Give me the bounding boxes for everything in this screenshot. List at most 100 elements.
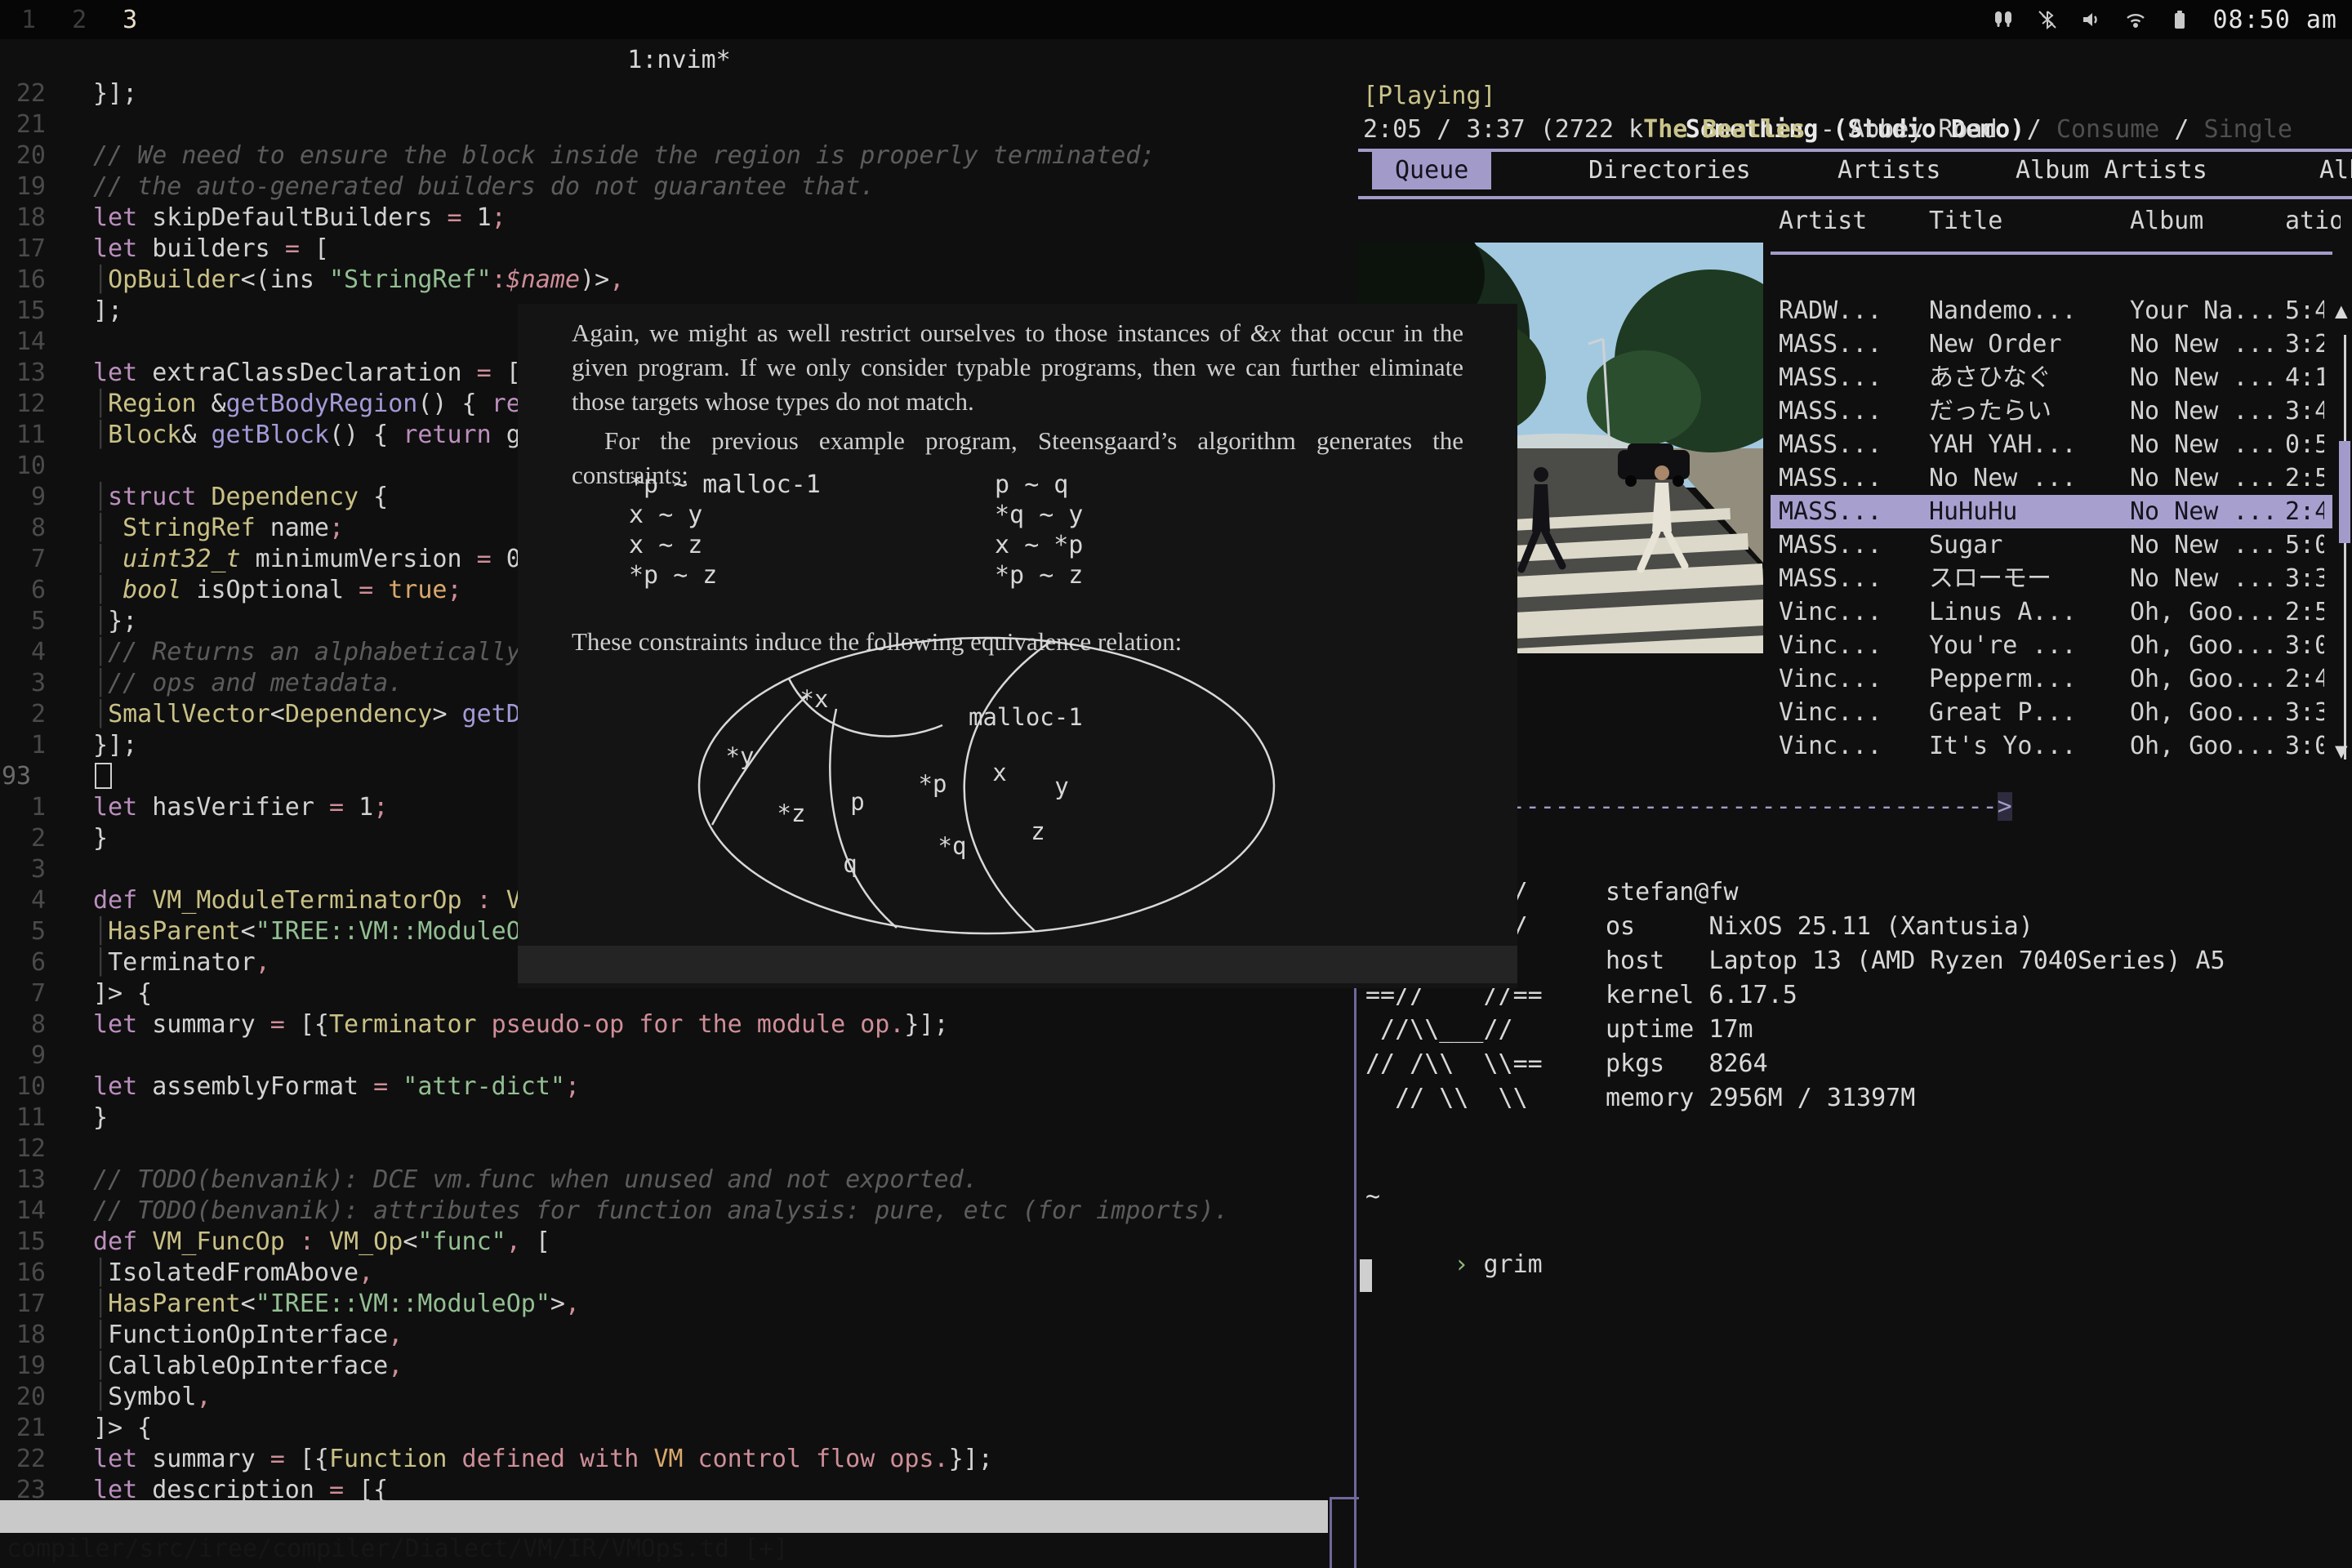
code-line: 10let assemblyFormat = "attr-dict";	[0, 1071, 1358, 1102]
workspace-switcher: 1 2 3	[0, 6, 137, 34]
fetch-info-line: memory 2956M / 31397M	[1606, 1081, 1915, 1116]
workspace-2[interactable]: 2	[72, 6, 87, 34]
pdf-file-path: /home/stefan/texts/sav08:schwartzbach.pd…	[529, 983, 1134, 988]
workspace-1[interactable]: 1	[21, 6, 36, 34]
file-path: compiler/src/iree/compiler/Dialect/VM/IR…	[7, 1533, 788, 1566]
diagram-label: *z	[777, 800, 806, 827]
diagram-label: x	[992, 759, 1006, 786]
fetch-logo-line: //\\___//	[1365, 1013, 1513, 1047]
diagram-label: *p	[919, 770, 947, 798]
prompt-arrow-icon: ›	[1454, 1250, 1468, 1279]
scrollbar-track[interactable]	[2344, 335, 2346, 760]
code-line: 22let summary = [{Function defined with …	[0, 1444, 1358, 1475]
fetch-logo-line: // /\\ \\==	[1365, 1047, 1543, 1081]
volume-icon[interactable]	[2081, 9, 2102, 30]
queue-row[interactable]: Vinc...Pepperm...Oh, Goo...2:40	[1771, 662, 2332, 696]
system-tray: 08:50 am	[1993, 6, 2352, 34]
code-line: 14// TODO(benvanik): attributes for func…	[0, 1196, 1358, 1227]
tab-queue[interactable]: Queue	[1372, 152, 1491, 189]
code-line: 20// We need to ensure the block inside …	[0, 140, 1358, 172]
fetch-info-line: host Laptop 13 (AMD Ryzen 7040Series) A5	[1606, 944, 2225, 978]
artist-name: The Beatles	[1643, 115, 1806, 144]
queue-row[interactable]: MASS...あさひなぐNo New ...4:19	[1771, 361, 2332, 394]
fetch-info-line: stefan@fw	[1606, 875, 1739, 910]
terminal-cursor	[1360, 1259, 1372, 1292]
code-line: 11}	[0, 1102, 1358, 1134]
code-line: 17let builders = [	[0, 234, 1358, 265]
queue-row[interactable]: Vinc...You're ...Oh, Goo...3:09	[1771, 629, 2332, 662]
progress-head: >	[1998, 792, 2012, 821]
tab-alb[interactable]: Alb	[2319, 152, 2352, 189]
column-duration: ation	[2285, 204, 2341, 238]
fetch-info-line: kernel 6.17.5	[1606, 978, 1797, 1013]
queue-row[interactable]: MASS...HuHuHuNo New ...2:40	[1771, 495, 2332, 528]
tab-directories[interactable]: Directories	[1588, 152, 1751, 189]
queue-row[interactable]: MASS...No New ...No New ...2:59	[1771, 461, 2332, 495]
pdf-statusbar: /home/stefan/texts/sav08:schwartzbach.pd…	[518, 946, 1517, 983]
diagram-label: y	[1054, 773, 1068, 800]
code-line: 21]> {	[0, 1413, 1358, 1444]
code-line: 17│HasParent<"IREE::VM::ModuleOp">,	[0, 1289, 1358, 1320]
constraints-block: *p ∼ malloc-1p ∼ qx ∼ y*q ∼ yx ∼ zx ∼ *p…	[629, 470, 1083, 590]
tmux-window-title: 1:nvim*	[0, 46, 1358, 74]
tab-artists[interactable]: Artists	[1838, 152, 1940, 189]
code-line: 22}];	[0, 78, 1358, 109]
queue-list[interactable]: RADW...Nandemo...Your Na...5:44MASS...Ne…	[1771, 294, 2332, 763]
queue-row[interactable]: MASS...SugarNo New ...5:07	[1771, 528, 2332, 562]
code-line: 15def VM_FuncOp : VM_Op<"func", [	[0, 1227, 1358, 1258]
player-tabs: Queue Directories Artists Album Artists Alb	[1358, 149, 2352, 199]
equivalence-diagram: *x *y *z p q malloc-1 *p x y *q z	[518, 630, 1517, 942]
tab-album-artists[interactable]: Album Artists	[2016, 152, 2207, 189]
pdf-viewer[interactable]: Again, we might as well restrict ourselv…	[518, 304, 1517, 988]
scroll-down-icon[interactable]: ▼	[2335, 739, 2348, 764]
scrollbar-thumb[interactable]	[2339, 441, 2350, 543]
code-line: 19// the auto-generated builders do not …	[0, 172, 1358, 203]
queue-row[interactable]: MASS...スローモーNo New ...3:37	[1771, 562, 2332, 595]
header-underline	[1771, 252, 2332, 255]
typed-command: grim	[1468, 1250, 1542, 1279]
queue-row[interactable]: Vinc...Great P...Oh, Goo...3:36	[1771, 696, 2332, 729]
status-bar: 1 2 3 08:50 am	[0, 0, 2352, 39]
diagram-label: *x	[800, 685, 829, 713]
flag-consume: Consume	[2056, 115, 2159, 144]
queue-header: Artist Title Album ation	[1771, 204, 2349, 238]
code-line: 12	[0, 1134, 1358, 1165]
queue-row[interactable]: MASS...だったらいNo New ...3:44	[1771, 394, 2332, 428]
player-track-line: 2:05 / 3:37 (2722 kThe Beatles - Abbey R…	[1358, 79, 2352, 113]
scroll-up-icon[interactable]: ▲	[2335, 299, 2348, 323]
diagram-label: *y	[726, 742, 755, 770]
workspace-3[interactable]: 3	[122, 6, 137, 34]
queue-row[interactable]: MASS...New OrderNo New ...3:27	[1771, 327, 2332, 361]
fetch-logo-line: // \\ \\	[1365, 1081, 1528, 1116]
column-artist: Artist	[1779, 204, 1929, 238]
track-time: 2:05 / 3:37 (2722 k	[1363, 115, 1643, 144]
earbuds-icon[interactable]	[1993, 9, 2014, 30]
fetch-info-line: pkgs 8264	[1606, 1047, 1768, 1081]
code-line: 13// TODO(benvanik): DCE vm.func when un…	[0, 1165, 1358, 1196]
pdf-paragraph: Again, we might as well restrict ourselv…	[572, 316, 1463, 419]
diagram-label: q	[843, 850, 857, 878]
bluetooth-off-icon[interactable]	[2037, 9, 2058, 30]
diagram-label: malloc-1	[969, 703, 1083, 731]
wifi-icon[interactable]	[2125, 9, 2146, 30]
code-line: 16│OpBuilder<(ins "StringRef":$name)>,	[0, 265, 1358, 296]
clock: 08:50 am	[2213, 6, 2338, 34]
code-line: 8let summary = [{Terminator pseudo-op fo…	[0, 1009, 1358, 1040]
code-line: 20│Symbol,	[0, 1382, 1358, 1413]
diagram-label: p	[850, 788, 864, 816]
code-line: 18let skipDefaultBuilders = 1;	[0, 203, 1358, 234]
battery-icon[interactable]	[2169, 9, 2190, 30]
player-status-line: [Playing] Something (Studio Demo) olume:…	[1358, 46, 2352, 79]
queue-row[interactable]: RADW...Nandemo...Your Na...5:44	[1771, 294, 2332, 327]
code-line: 21	[0, 109, 1358, 140]
fetch-info-line: os NixOS 25.11 (Xantusia)	[1606, 910, 2034, 944]
code-line: 19│CallableOpInterface,	[0, 1351, 1358, 1382]
diagram-label: z	[1031, 817, 1045, 845]
diagram-label: *q	[938, 832, 967, 860]
cwd: ~	[1365, 1183, 1380, 1211]
code-line: 9	[0, 1040, 1358, 1071]
column-title: Title	[1929, 204, 2130, 238]
queue-row[interactable]: MASS...YAH YAH...No New ...0:50	[1771, 428, 2332, 461]
queue-row[interactable]: Vinc...Linus A...Oh, Goo...2:58	[1771, 595, 2332, 629]
shell-prompt[interactable]: › grim	[1365, 1222, 1543, 1307]
